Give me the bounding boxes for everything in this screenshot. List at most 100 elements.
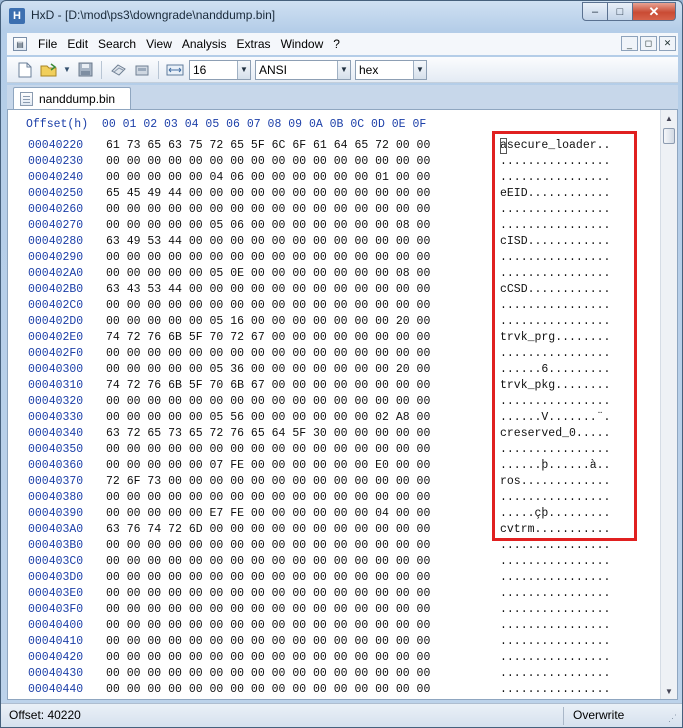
open-ram-icon[interactable] [132, 60, 152, 80]
resize-grip-icon[interactable]: ⋰ [668, 713, 680, 725]
chevron-down-icon[interactable]: ▼ [413, 60, 426, 79]
row-offset: 000403F0 [28, 603, 84, 616]
row-hex-bytes[interactable]: 00 00 00 00 00 00 00 00 00 00 00 00 00 0… [106, 346, 430, 362]
open-dropdown-chevron-down-icon[interactable]: ▼ [63, 60, 71, 80]
row-hex-bytes[interactable]: 00 00 00 00 00 00 00 00 00 00 00 00 00 0… [106, 618, 430, 634]
row-ascii[interactable]: ................ [500, 666, 610, 682]
row-hex-bytes[interactable]: 00 00 00 00 00 E7 FE 00 00 00 00 00 00 0… [106, 506, 430, 522]
row-hex-bytes[interactable]: 00 00 00 00 00 00 00 00 00 00 00 00 00 0… [106, 650, 430, 666]
row-hex-bytes[interactable]: 00 00 00 00 00 00 00 00 00 00 00 00 00 0… [106, 490, 430, 506]
row-offset: 00040430 [28, 667, 84, 680]
row-hex-bytes[interactable]: 00 00 00 00 00 00 00 00 00 00 00 00 00 0… [106, 154, 430, 170]
row-hex-bytes[interactable]: 00 00 00 00 00 00 00 00 00 00 00 00 00 0… [106, 250, 430, 266]
row-offset: 00040440 [28, 683, 84, 696]
row-hex-bytes[interactable]: 00 00 00 00 00 00 00 00 00 00 00 00 00 0… [106, 394, 430, 410]
chevron-down-icon[interactable]: ▼ [337, 60, 350, 79]
row-hex-bytes[interactable]: 63 43 53 44 00 00 00 00 00 00 00 00 00 0… [106, 282, 430, 298]
mdi-minimize-button[interactable]: _ [621, 36, 638, 51]
row-hex-bytes[interactable]: 00 00 00 00 00 05 36 00 00 00 00 00 00 0… [106, 362, 430, 378]
row-offset: 000403A0 [28, 523, 84, 536]
open-disk-icon[interactable] [108, 60, 128, 80]
row-hex-bytes[interactable]: 00 00 00 00 00 00 00 00 00 00 00 00 00 0… [106, 538, 430, 554]
row-hex-bytes[interactable]: 00 00 00 00 00 00 00 00 00 00 00 00 00 0… [106, 602, 430, 618]
row-hex-bytes[interactable]: 00 00 00 00 00 00 00 00 00 00 00 00 00 0… [106, 634, 430, 650]
row-hex-bytes[interactable]: 61 73 65 63 75 72 65 5F 6C 6F 61 64 65 7… [106, 138, 430, 154]
menu-edit[interactable]: Edit [62, 33, 93, 55]
menu-window[interactable]: Window [276, 33, 329, 55]
row-offset: 00040380 [28, 491, 84, 504]
save-icon[interactable] [75, 60, 95, 80]
row-offset: 000403C0 [28, 555, 84, 568]
row-hex-bytes[interactable]: 63 72 65 73 65 72 76 65 64 5F 30 00 00 0… [106, 426, 430, 442]
row-offset: 00040280 [28, 235, 84, 248]
row-hex-bytes[interactable]: 63 76 74 72 6D 00 00 00 00 00 00 00 00 0… [106, 522, 430, 538]
tab-nanddump[interactable]: nanddump.bin [13, 87, 131, 109]
row-ascii[interactable]: ................ [500, 586, 610, 602]
row-ascii[interactable]: ................ [500, 634, 610, 650]
row-hex-bytes[interactable]: 00 00 00 00 00 05 16 00 00 00 00 00 00 0… [106, 314, 430, 330]
row-hex-bytes[interactable]: 72 6F 73 00 00 00 00 00 00 00 00 00 00 0… [106, 474, 430, 490]
scroll-down-icon[interactable]: ▼ [661, 683, 677, 699]
row-hex-bytes[interactable]: 00 00 00 00 00 00 00 00 00 00 00 00 00 0… [106, 298, 430, 314]
row-hex-bytes[interactable]: 65 45 49 44 00 00 00 00 00 00 00 00 00 0… [106, 186, 430, 202]
mdi-close-button[interactable]: ✕ [659, 36, 676, 51]
row-hex-bytes[interactable]: 00 00 00 00 00 00 00 00 00 00 00 00 00 0… [106, 586, 430, 602]
menu-file[interactable]: File [33, 33, 62, 55]
row-offset: 00040410 [28, 635, 84, 648]
row-offset: 00040290 [28, 251, 84, 264]
charset-select[interactable]: ANSI ▼ [255, 59, 351, 80]
title-bar[interactable]: H HxD - [D:\mod\ps3\downgrade\nanddump.b… [1, 1, 682, 31]
row-offset: 00040250 [28, 187, 84, 200]
row-hex-bytes[interactable]: 00 00 00 00 00 00 00 00 00 00 00 00 00 0… [106, 666, 430, 682]
menu-analysis[interactable]: Analysis [177, 33, 232, 55]
offset-base-select[interactable]: hex ▼ [355, 59, 427, 80]
row-hex-bytes[interactable]: 00 00 00 00 00 00 00 00 00 00 00 00 00 0… [106, 682, 430, 698]
minimize-button[interactable]: – [582, 2, 608, 21]
row-offset: 00040230 [28, 155, 84, 168]
vertical-scrollbar[interactable]: ▲ ▼ [660, 110, 677, 699]
status-edit-mode[interactable]: Overwrite [573, 708, 624, 722]
row-hex-bytes[interactable]: 00 00 00 00 00 00 00 00 00 00 00 00 00 0… [106, 442, 430, 458]
menu-extras[interactable]: Extras [232, 33, 276, 55]
mdi-restore-button[interactable]: ◻ [640, 36, 657, 51]
bytes-per-row-select[interactable]: 16 ▼ [189, 59, 251, 80]
row-ascii[interactable]: ................ [500, 602, 610, 618]
hex-editor[interactable]: Offset(h) 00 01 02 03 04 05 06 07 08 09 … [7, 109, 678, 700]
row-ascii[interactable]: ................ [500, 682, 610, 698]
scrollbar-thumb[interactable] [663, 128, 675, 144]
row-ascii[interactable]: ................ [500, 570, 610, 586]
highlight-box [492, 131, 637, 541]
row-hex-bytes[interactable]: 00 00 00 00 00 04 06 00 00 00 00 00 00 0… [106, 170, 430, 186]
menu-search[interactable]: Search [93, 33, 141, 55]
close-button[interactable]: ✕ [633, 2, 676, 21]
row-hex-bytes[interactable]: 00 00 00 00 00 05 06 00 00 00 00 00 00 0… [106, 218, 430, 234]
row-offset: 00040240 [28, 171, 84, 184]
row-offset: 00040370 [28, 475, 84, 488]
row-hex-bytes[interactable]: 00 00 00 00 00 00 00 00 00 00 00 00 00 0… [106, 202, 430, 218]
hxd-app-icon[interactable]: H [9, 8, 25, 24]
open-folder-icon[interactable] [39, 60, 59, 80]
row-offset: 000402F0 [28, 347, 84, 360]
menu-help[interactable]: ? [328, 33, 345, 55]
maximize-button[interactable]: □ [608, 2, 633, 21]
row-hex-bytes[interactable]: 00 00 00 00 00 00 00 00 00 00 00 00 00 0… [106, 570, 430, 586]
row-hex-bytes[interactable]: 00 00 00 00 00 05 56 00 00 00 00 00 00 0… [106, 410, 430, 426]
row-offset: 00040420 [28, 651, 84, 664]
row-ascii[interactable]: ................ [500, 618, 610, 634]
status-bar: Offset: 40220 Overwrite ⋰ [1, 703, 682, 727]
chevron-down-icon[interactable]: ▼ [237, 60, 250, 79]
document-tabs: nanddump.bin [7, 85, 678, 109]
row-ascii[interactable]: ................ [500, 554, 610, 570]
scroll-up-icon[interactable]: ▲ [661, 110, 677, 126]
menu-view[interactable]: View [141, 33, 177, 55]
row-hex-bytes[interactable]: 74 72 76 6B 5F 70 6B 67 00 00 00 00 00 0… [106, 378, 430, 394]
row-hex-bytes[interactable]: 63 49 53 44 00 00 00 00 00 00 00 00 00 0… [106, 234, 430, 250]
new-file-icon[interactable] [15, 60, 35, 80]
row-hex-bytes[interactable]: 74 72 76 6B 5F 70 72 67 00 00 00 00 00 0… [106, 330, 430, 346]
row-offset: 00040320 [28, 395, 84, 408]
row-ascii[interactable]: ................ [500, 650, 610, 666]
row-hex-bytes[interactable]: 00 00 00 00 00 00 00 00 00 00 00 00 00 0… [106, 554, 430, 570]
row-hex-bytes[interactable]: 00 00 00 00 00 07 FE 00 00 00 00 00 00 E… [106, 458, 430, 474]
document-icon[interactable]: ▤ [13, 37, 27, 51]
row-hex-bytes[interactable]: 00 00 00 00 00 05 0E 00 00 00 00 00 00 0… [106, 266, 430, 282]
